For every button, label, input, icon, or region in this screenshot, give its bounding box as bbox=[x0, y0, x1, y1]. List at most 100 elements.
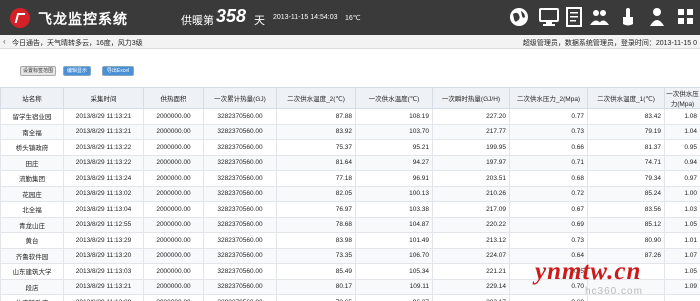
notice-text: 今日通告，天气晴转多云，16度，风力3级 bbox=[12, 40, 143, 47]
table-cell: 黄台 bbox=[0, 232, 64, 249]
table-row[interactable]: 桥头镇政府 2013/8/29 11:13:22 2000000.00 3282370… bbox=[0, 139, 700, 156]
table-cell: 3282370560.00 bbox=[203, 263, 277, 280]
table-cell: 85.12 bbox=[587, 216, 665, 233]
column-header[interactable]: 一次供水压力(Mpa) bbox=[664, 87, 700, 109]
table-cell: 2000000.00 bbox=[143, 247, 204, 264]
table-cell: 202.17 bbox=[432, 294, 510, 301]
table-row[interactable]: 流勤集团 2013/8/29 11:13:24 2000000.00 32823705… bbox=[0, 170, 700, 187]
column-header[interactable]: 二次供水压力_2(Mpa) bbox=[509, 87, 588, 109]
column-header[interactable]: 二次供水温度_1(℃) bbox=[587, 87, 665, 109]
table-cell: 2013/8/29 11:12:55 bbox=[63, 216, 144, 233]
table-row[interactable]: 田庄 2013/8/29 11:13:22 2000000.00 3282370560… bbox=[0, 154, 700, 171]
collapse-arrow-icon[interactable]: ‹ bbox=[3, 37, 6, 46]
column-header[interactable]: 一次瞬时热量(GJ/H) bbox=[432, 87, 510, 109]
table-cell: 2013/8/29 11:13:24 bbox=[63, 170, 144, 187]
table-cell: 100.13 bbox=[355, 185, 433, 202]
table-cell: 85.24 bbox=[587, 185, 665, 202]
watermark-subtext: hc360.com bbox=[585, 286, 643, 297]
export-excel-button[interactable]: 导出Excel bbox=[102, 66, 134, 76]
table-cell: 2013/8/29 11:13:04 bbox=[63, 201, 144, 218]
table-cell: 田庄 bbox=[0, 154, 64, 171]
table-cell: 96.27 bbox=[355, 294, 433, 301]
table-cell: 210.26 bbox=[432, 185, 510, 202]
table-cell: 0.73 bbox=[509, 232, 588, 249]
table-cell: 103.38 bbox=[355, 201, 433, 218]
column-header[interactable]: 站名称 bbox=[0, 87, 64, 109]
column-header[interactable]: 二次供水温度_2(℃) bbox=[276, 87, 356, 109]
table-cell: 1.03 bbox=[664, 201, 700, 218]
column-header[interactable]: 采集时间 bbox=[63, 87, 144, 109]
table-cell: 2000000.00 bbox=[143, 263, 204, 280]
table-cell: 3282370560.00 bbox=[203, 123, 277, 140]
table-row[interactable]: 留学生宿业园 2013/8/29 11:13:21 2000000.00 328237… bbox=[0, 108, 700, 125]
table-cell: 2000000.00 bbox=[143, 185, 204, 202]
table-row[interactable]: 北全福 2013/8/29 11:13:04 2000000.00 328237056… bbox=[0, 201, 700, 218]
app-title: 飞龙监控系统 bbox=[38, 11, 128, 27]
table-cell: 2000000.00 bbox=[143, 139, 204, 156]
table-cell: 2000000.00 bbox=[143, 216, 204, 233]
heating-day-number: 358 bbox=[216, 6, 247, 26]
current-temperature: 16℃ bbox=[345, 15, 361, 22]
table-cell: 217.77 bbox=[432, 123, 510, 140]
table-cell: 2013/8/29 11:13:21 bbox=[63, 108, 144, 125]
document-icon[interactable] bbox=[563, 6, 585, 28]
column-header[interactable]: 一次供水温度(℃) bbox=[355, 87, 433, 109]
table-cell: 0.72 bbox=[509, 185, 588, 202]
table-cell: 217.09 bbox=[432, 201, 510, 218]
globe-icon[interactable] bbox=[508, 6, 530, 28]
table-cell: 段店 bbox=[0, 278, 64, 295]
table-cell: 78.68 bbox=[276, 216, 356, 233]
table-cell: 103.70 bbox=[355, 123, 433, 140]
heating-day-label: 供暖第 bbox=[181, 15, 214, 27]
table-cell: 3282370560.00 bbox=[203, 139, 277, 156]
people-icon[interactable] bbox=[588, 6, 610, 28]
table-cell: 79.19 bbox=[587, 123, 665, 140]
top-header-bar: 飞龙监控系统 供暖第 358 天 2013-11-15 14:54:03 16℃ bbox=[0, 0, 700, 35]
table-cell: 2013/8/29 11:13:21 bbox=[63, 278, 144, 295]
current-datetime: 2013-11-15 14:54:03 bbox=[273, 14, 338, 21]
table-cell: 1.05 bbox=[664, 263, 700, 280]
table-cell: 2000000.00 bbox=[143, 108, 204, 125]
table-cell: 108.19 bbox=[355, 108, 433, 125]
table-cell: 0.95 bbox=[664, 139, 700, 156]
table-cell: 3282370560.00 bbox=[203, 185, 277, 202]
table-row[interactable]: 青龙山庄 2013/8/29 11:12:55 2000000.00 32823705… bbox=[0, 216, 700, 233]
table-cell: 213.12 bbox=[432, 232, 510, 249]
table-cell: 留学生宿业园 bbox=[0, 108, 64, 125]
table-cell: 81.64 bbox=[276, 154, 356, 171]
table-row[interactable]: 花园庄 2013/8/29 11:13:02 2000000.00 328237056… bbox=[0, 185, 700, 202]
table-cell: 75.37 bbox=[276, 139, 356, 156]
table-cell: 229.14 bbox=[432, 278, 510, 295]
table-cell: 0.77 bbox=[509, 108, 588, 125]
table-cell: 227.20 bbox=[432, 108, 510, 125]
heating-day-unit: 天 bbox=[254, 15, 265, 27]
table-cell: 1.01 bbox=[664, 232, 700, 249]
table-row[interactable]: 黄台 2013/8/29 11:13:29 2000000.00 3282370560… bbox=[0, 232, 700, 249]
table-cell: 2000000.00 bbox=[143, 294, 204, 301]
table-cell: 1.05 bbox=[664, 216, 700, 233]
grid-icon[interactable] bbox=[675, 6, 697, 28]
table-header-row: 站名称 采集时间 供热面积 一次累计热量(GJ) 二次供水温度_2(℃) 一次供水温度(℃… bbox=[0, 87, 700, 109]
table-cell: 0.68 bbox=[509, 170, 588, 187]
edit-display-button[interactable]: 编辑显示 bbox=[63, 66, 91, 76]
notice-bar: ‹ 今日通告，天气晴转多云，16度，风力3级 超级管理员，数据系统管理员，登录时… bbox=[0, 35, 700, 49]
table-cell: 0.69 bbox=[509, 294, 588, 301]
table-row[interactable]: 南全福 2013/8/29 11:13:21 2000000.00 328237056… bbox=[0, 123, 700, 140]
table-cell: 3282370560.00 bbox=[203, 278, 277, 295]
table-cell: 74.71 bbox=[587, 154, 665, 171]
column-header[interactable]: 供热面积 bbox=[143, 87, 204, 109]
table-cell: 73.35 bbox=[276, 247, 356, 264]
table-cell: 109.11 bbox=[355, 278, 433, 295]
app-logo-icon bbox=[10, 8, 30, 28]
table-cell: 1.00 bbox=[664, 185, 700, 202]
monitor-icon[interactable] bbox=[538, 6, 560, 28]
set-range-button[interactable]: 设置标签范围 bbox=[20, 66, 56, 76]
table-cell: 94.27 bbox=[355, 154, 433, 171]
table-cell: 花园庄 bbox=[0, 185, 64, 202]
table-cell: 0.71 bbox=[509, 154, 588, 171]
table-cell: 106.70 bbox=[355, 247, 433, 264]
touch-icon[interactable] bbox=[617, 6, 639, 28]
table-cell: 3282370560.00 bbox=[203, 294, 277, 301]
person-icon[interactable] bbox=[646, 6, 668, 28]
column-header[interactable]: 一次累计热量(GJ) bbox=[203, 87, 277, 109]
